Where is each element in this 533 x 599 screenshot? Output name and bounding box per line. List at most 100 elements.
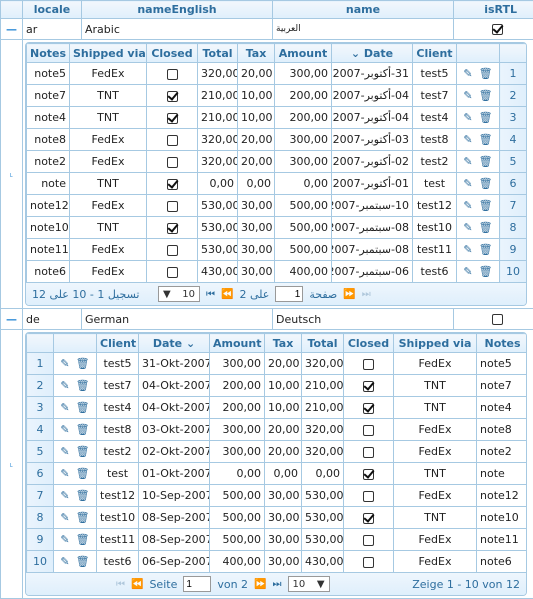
- header-client[interactable]: Client: [413, 44, 457, 63]
- header-closed[interactable]: Closed: [147, 44, 198, 63]
- edit-pencil-icon[interactable]: ✎: [463, 199, 472, 212]
- closed-checkbox[interactable]: [167, 113, 178, 124]
- order-row[interactable]: note4TNT210,0010,00200,0004-أكتوبر-2007t…: [27, 107, 527, 129]
- is-rtl-checkbox[interactable]: [492, 314, 503, 325]
- collapse-icon[interactable]: —: [1, 309, 23, 330]
- closed-checkbox[interactable]: [167, 245, 178, 256]
- edit-pencil-icon[interactable]: ✎: [463, 177, 472, 190]
- closed-checkbox[interactable]: [363, 535, 374, 546]
- delete-trash-icon[interactable]: 🗑: [76, 379, 90, 392]
- page-input[interactable]: [275, 286, 303, 302]
- order-row[interactable]: 6✎🗑test01-Okt-20070,000,000,00TNTnote: [27, 463, 528, 485]
- header-is-rtl[interactable]: isRTL: [454, 1, 533, 19]
- order-row[interactable]: note8FedEx320,0020,00300,0003-أكتوبر-200…: [27, 129, 527, 151]
- edit-pencil-icon[interactable]: ✎: [60, 511, 69, 524]
- edit-pencil-icon[interactable]: ✎: [60, 357, 69, 370]
- order-row[interactable]: 5✎🗑test202-Okt-2007300,0020,00320,00FedE…: [27, 441, 528, 463]
- edit-pencil-icon[interactable]: ✎: [463, 133, 472, 146]
- header-total[interactable]: Total: [302, 334, 344, 353]
- order-row[interactable]: 8✎🗑test1008-Sep-2007500,0030,00530,00TNT…: [27, 507, 528, 529]
- header-total[interactable]: Total: [198, 44, 238, 63]
- header-tax[interactable]: Tax: [265, 334, 302, 353]
- order-row[interactable]: 10✎🗑test606-Sep-2007400,0030,00430,00Fed…: [27, 551, 528, 573]
- header-client[interactable]: Client: [97, 334, 139, 353]
- delete-trash-icon[interactable]: 🗑: [76, 401, 90, 414]
- header-date[interactable]: ⌄ Date: [332, 44, 413, 63]
- order-row[interactable]: note6FedEx430,0030,00400,0006-سبتمبر-200…: [27, 261, 527, 283]
- order-row[interactable]: note5FedEx320,0020,00300,0031-أكتوبر-200…: [27, 63, 527, 85]
- page-input[interactable]: [183, 576, 211, 592]
- header-amount[interactable]: Amount: [275, 44, 332, 63]
- order-row[interactable]: 1✎🗑test531-Okt-2007300,0020,00320,00FedE…: [27, 353, 528, 375]
- edit-pencil-icon[interactable]: ✎: [60, 555, 69, 568]
- next-page-icon[interactable]: ⏩: [343, 289, 355, 300]
- closed-checkbox[interactable]: [363, 469, 374, 480]
- edit-pencil-icon[interactable]: ✎: [463, 155, 472, 168]
- collapse-icon[interactable]: —: [1, 19, 23, 40]
- next-page-icon[interactable]: ⏩: [254, 579, 266, 590]
- header-locale[interactable]: locale: [23, 1, 82, 19]
- is-rtl-checkbox[interactable]: [492, 24, 503, 35]
- edit-pencil-icon[interactable]: ✎: [463, 243, 472, 256]
- delete-trash-icon[interactable]: 🗑: [76, 467, 90, 480]
- edit-pencil-icon[interactable]: ✎: [60, 489, 69, 502]
- order-row[interactable]: 9✎🗑test1108-Sep-2007500,0030,00530,00Fed…: [27, 529, 528, 551]
- delete-trash-icon[interactable]: 🗑: [479, 67, 493, 80]
- delete-trash-icon[interactable]: 🗑: [479, 111, 493, 124]
- edit-pencil-icon[interactable]: ✎: [463, 111, 472, 124]
- header-tax[interactable]: Tax: [238, 44, 275, 63]
- closed-checkbox[interactable]: [167, 157, 178, 168]
- edit-pencil-icon[interactable]: ✎: [60, 379, 69, 392]
- order-row[interactable]: note12FedEx530,0030,00500,0010-سبتمبر-20…: [27, 195, 527, 217]
- locale-row-ar[interactable]: — ar Arabic العربية: [1, 19, 533, 40]
- order-row[interactable]: 4✎🗑test803-Okt-2007300,0020,00320,00FedE…: [27, 419, 528, 441]
- last-page-icon[interactable]: ⏭: [362, 289, 371, 300]
- order-row[interactable]: note10TNT530,0030,00500,0008-سبتمبر-2007…: [27, 217, 527, 239]
- closed-checkbox[interactable]: [363, 491, 374, 502]
- first-page-icon[interactable]: ⏮: [116, 579, 125, 590]
- order-row[interactable]: 2✎🗑test704-Okt-2007200,0010,00210,00TNTn…: [27, 375, 528, 397]
- closed-checkbox[interactable]: [363, 359, 374, 370]
- order-row[interactable]: note2FedEx320,0020,00300,0002-أكتوبر-200…: [27, 151, 527, 173]
- edit-pencil-icon[interactable]: ✎: [60, 445, 69, 458]
- header-name[interactable]: name: [273, 1, 454, 19]
- closed-checkbox[interactable]: [363, 403, 374, 414]
- delete-trash-icon[interactable]: 🗑: [479, 133, 493, 146]
- delete-trash-icon[interactable]: 🗑: [479, 177, 493, 190]
- page-size-select[interactable]: ▼10: [158, 286, 200, 302]
- header-amount[interactable]: Amount: [210, 334, 265, 353]
- delete-trash-icon[interactable]: 🗑: [76, 511, 90, 524]
- delete-trash-icon[interactable]: 🗑: [479, 199, 493, 212]
- edit-pencil-icon[interactable]: ✎: [463, 89, 472, 102]
- closed-checkbox[interactable]: [167, 135, 178, 146]
- closed-checkbox[interactable]: [167, 223, 178, 234]
- closed-checkbox[interactable]: [167, 267, 178, 278]
- last-page-icon[interactable]: ⏭: [273, 579, 282, 590]
- header-notes[interactable]: Notes: [477, 334, 528, 353]
- delete-trash-icon[interactable]: 🗑: [76, 555, 90, 568]
- delete-trash-icon[interactable]: 🗑: [479, 89, 493, 102]
- header-shipped-via[interactable]: Shipped via: [394, 334, 477, 353]
- header-shipped-via[interactable]: Shipped via: [70, 44, 147, 63]
- header-name-english[interactable]: nameEnglish: [82, 1, 273, 19]
- closed-checkbox[interactable]: [167, 69, 178, 80]
- order-row[interactable]: note11FedEx530,0030,00500,0008-سبتمبر-20…: [27, 239, 527, 261]
- page-size-select[interactable]: 10▼: [288, 576, 330, 592]
- delete-trash-icon[interactable]: 🗑: [76, 357, 90, 370]
- closed-checkbox[interactable]: [363, 513, 374, 524]
- edit-pencil-icon[interactable]: ✎: [463, 221, 472, 234]
- edit-pencil-icon[interactable]: ✎: [60, 467, 69, 480]
- closed-checkbox[interactable]: [363, 557, 374, 568]
- delete-trash-icon[interactable]: 🗑: [479, 265, 493, 278]
- delete-trash-icon[interactable]: 🗑: [479, 243, 493, 256]
- delete-trash-icon[interactable]: 🗑: [76, 423, 90, 436]
- closed-checkbox[interactable]: [167, 201, 178, 212]
- first-page-icon[interactable]: ⏮: [206, 289, 215, 300]
- edit-pencil-icon[interactable]: ✎: [463, 67, 472, 80]
- header-date[interactable]: Date ⌄: [139, 334, 210, 353]
- delete-trash-icon[interactable]: 🗑: [76, 533, 90, 546]
- order-row[interactable]: note7TNT210,0010,00200,0004-أكتوبر-2007t…: [27, 85, 527, 107]
- closed-checkbox[interactable]: [363, 425, 374, 436]
- header-notes[interactable]: Notes: [27, 44, 70, 63]
- delete-trash-icon[interactable]: 🗑: [479, 221, 493, 234]
